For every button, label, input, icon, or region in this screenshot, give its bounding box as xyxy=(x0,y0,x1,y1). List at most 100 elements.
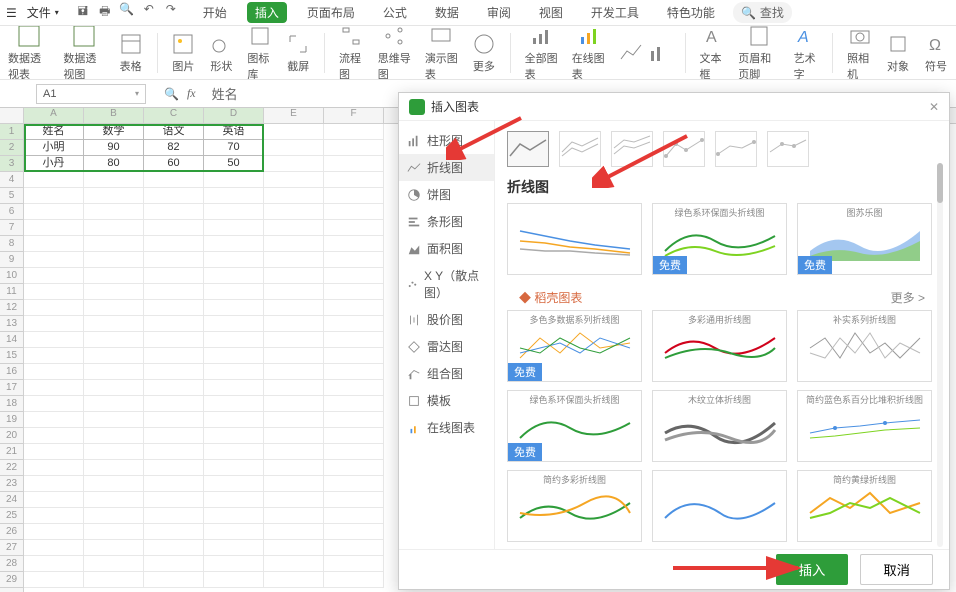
chart-thumb-8[interactable]: 木纹立体折线图 xyxy=(652,390,787,462)
ribbon: 数据透视表 数据透视图 表格 图片 形状 图标库 截屏 流程图 思维导图 演示图… xyxy=(0,26,956,80)
ribbon-sparks[interactable] xyxy=(619,41,671,65)
ribbon-symbol[interactable]: Ω符号 xyxy=(924,32,948,74)
subtype-marker-100[interactable] xyxy=(767,131,809,167)
section-label: ◆ 稻壳图表 xyxy=(519,289,582,306)
chevron-down-icon: ▾ xyxy=(55,8,59,17)
tab-home[interactable]: 开始 xyxy=(195,2,235,23)
ribbon-camera[interactable]: 照相机 xyxy=(847,26,872,80)
ct-bar[interactable]: 柱形图 xyxy=(399,127,494,154)
ribbon-mind[interactable]: 思维导图 xyxy=(378,26,411,80)
formula-text[interactable]: 姓名 xyxy=(212,84,238,103)
col-header-C[interactable]: C xyxy=(144,108,204,123)
file-menu[interactable]: 文件 ▾ xyxy=(21,2,65,23)
ribbon-iconlib[interactable]: 图标库 xyxy=(247,26,272,80)
search-icon[interactable]: 🔍 xyxy=(164,87,179,101)
ribbon-more[interactable]: 更多 xyxy=(472,32,496,74)
ct-radar[interactable]: 雷达图 xyxy=(399,333,494,360)
dialog-icon xyxy=(409,99,425,115)
ct-scatter[interactable]: X Y（散点图） xyxy=(399,262,494,306)
ribbon-table[interactable]: 表格 xyxy=(119,32,143,74)
tab-insert[interactable]: 插入 xyxy=(247,2,287,23)
name-box[interactable]: A1 ▾ xyxy=(36,84,146,104)
ribbon-screenshot[interactable]: 截屏 xyxy=(286,32,310,74)
row-headers: 1234567891011121314151617181920212223242… xyxy=(0,108,24,592)
tab-features[interactable]: 特色功能 xyxy=(659,2,723,23)
chart-thumb-2[interactable]: 绿色系环保面头折线图免费 xyxy=(652,203,787,275)
ct-online[interactable]: 在线图表 xyxy=(399,414,494,441)
col-header-A[interactable]: A xyxy=(24,108,84,123)
tab-pagelayout[interactable]: 页面布局 xyxy=(299,2,363,23)
chart-thumb-9[interactable]: 简约蓝色系百分比堆积折线图 xyxy=(797,390,932,462)
ribbon-all-charts[interactable]: 全部图表 xyxy=(525,26,558,80)
free-badge: 免费 xyxy=(508,443,542,461)
subtype-marker-stacked[interactable] xyxy=(715,131,757,167)
subtype-marker[interactable] xyxy=(663,131,705,167)
chart-thumb-6[interactable]: 补实系列折线图 xyxy=(797,310,932,382)
preview-icon[interactable]: 🔍 xyxy=(119,2,135,23)
dialog-scrollbar[interactable] xyxy=(937,163,943,547)
insert-button[interactable]: 插入 xyxy=(776,554,849,585)
ribbon-pivot-chart[interactable]: 数据透视图 xyxy=(63,26,104,80)
ribbon-wordart[interactable]: A艺术字 xyxy=(794,26,819,80)
save-icon[interactable]: 🖬 xyxy=(75,2,91,23)
menu-tabs: 开始 插入 页面布局 公式 数据 审阅 视图 开发工具 特色功能 xyxy=(195,2,723,23)
free-badge: 免费 xyxy=(508,363,542,381)
col-header-D[interactable]: D xyxy=(204,108,264,123)
ct-stock[interactable]: 股价图 xyxy=(399,306,494,333)
chart-thumb-5[interactable]: 多彩通用折线图 xyxy=(652,310,787,382)
ct-template[interactable]: 模板 xyxy=(399,387,494,414)
col-header-F[interactable]: F xyxy=(324,108,384,123)
search-box[interactable]: 🔍 查找 xyxy=(733,2,792,23)
chart-thumb-12[interactable]: 简约黄绿折线图 xyxy=(797,470,932,542)
tab-view[interactable]: 视图 xyxy=(531,2,571,23)
subtype-100stacked[interactable] xyxy=(611,131,653,167)
cancel-button[interactable]: 取消 xyxy=(860,554,933,585)
svg-text:A: A xyxy=(706,29,717,46)
col-header-E[interactable]: E xyxy=(264,108,324,123)
redo-icon[interactable]: ↷ xyxy=(163,2,179,23)
chart-thumb-11[interactable] xyxy=(652,470,787,542)
search-label: 查找 xyxy=(760,4,784,21)
chart-thumb-3[interactable]: 图苏乐图免费 xyxy=(797,203,932,275)
chart-thumb-1[interactable] xyxy=(507,203,642,275)
file-label: 文件 xyxy=(27,4,51,21)
tab-review[interactable]: 审阅 xyxy=(479,2,519,23)
fx-icon[interactable]: fx xyxy=(187,86,196,101)
chart-thumb-4[interactable]: 多色多数据系列折线图免费 xyxy=(507,310,642,382)
name-box-value: A1 xyxy=(43,88,56,100)
ribbon-picture[interactable]: 图片 xyxy=(171,32,195,74)
undo-icon[interactable]: ↶ xyxy=(141,2,157,23)
svg-text:Ω: Ω xyxy=(929,37,941,54)
col-header-B[interactable]: B xyxy=(84,108,144,123)
close-icon[interactable]: ✕ xyxy=(929,100,939,114)
ct-hbar[interactable]: 条形图 xyxy=(399,208,494,235)
ct-combo[interactable]: 组合图 xyxy=(399,360,494,387)
ct-pie[interactable]: 饼图 xyxy=(399,181,494,208)
preview-title: 折线图 xyxy=(495,177,949,203)
subtype-line[interactable] xyxy=(507,131,549,167)
ribbon-present[interactable]: 演示图表 xyxy=(425,26,458,80)
tab-data[interactable]: 数据 xyxy=(427,2,467,23)
subtype-stacked[interactable] xyxy=(559,131,601,167)
dialog-title: 插入图表 xyxy=(431,98,479,115)
menu-icon[interactable]: ☰ xyxy=(6,6,17,20)
insert-chart-dialog: 插入图表 ✕ 柱形图 折线图 饼图 条形图 面积图 X Y（散点图） 股价图 雷… xyxy=(398,92,950,590)
ribbon-object[interactable]: 对象 xyxy=(886,32,910,74)
ct-line[interactable]: 折线图 xyxy=(399,154,494,181)
tab-developer[interactable]: 开发工具 xyxy=(583,2,647,23)
more-link[interactable]: 更多 > xyxy=(891,289,925,306)
quick-access: 🖬 🖶 🔍 ↶ ↷ xyxy=(75,2,179,23)
print-icon[interactable]: 🖶 xyxy=(97,2,113,23)
ct-area[interactable]: 面积图 xyxy=(399,235,494,262)
chart-thumb-10[interactable]: 简约多彩折线图 xyxy=(507,470,642,542)
tab-formulas[interactable]: 公式 xyxy=(375,2,415,23)
ribbon-online-chart[interactable]: 在线图表 xyxy=(572,26,605,80)
ribbon-textbox[interactable]: A文本框 xyxy=(700,26,725,80)
chevron-down-icon: ▾ xyxy=(135,89,139,98)
ribbon-headfoot[interactable]: 页眉和页脚 xyxy=(738,26,779,80)
ribbon-flow[interactable]: 流程图 xyxy=(339,26,364,80)
chart-thumb-7[interactable]: 绿色系环保面头折线图免费 xyxy=(507,390,642,462)
svg-text:A: A xyxy=(797,29,809,46)
ribbon-shape[interactable]: 形状 xyxy=(209,32,233,74)
ribbon-pivot-table[interactable]: 数据透视表 xyxy=(8,26,49,80)
